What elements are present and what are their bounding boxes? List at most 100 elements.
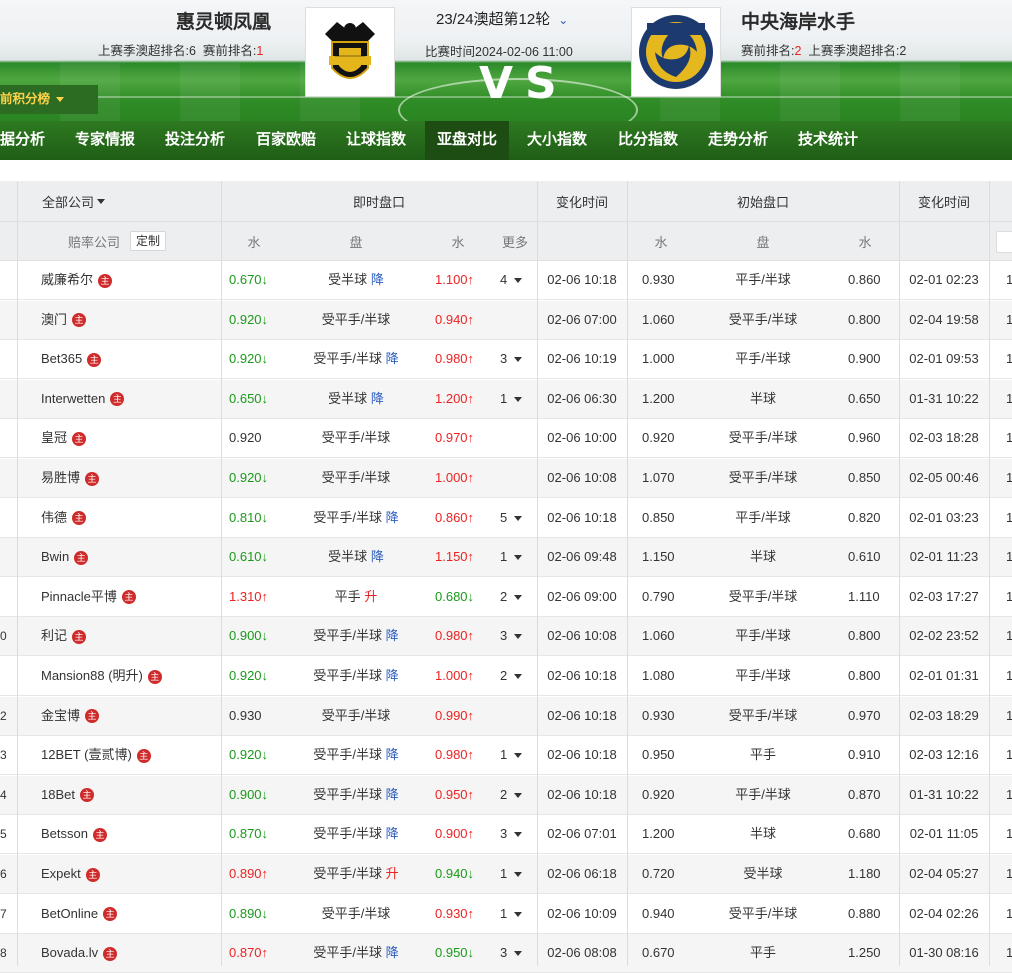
- live-away-water[interactable]: 0.940↑: [435, 301, 474, 339]
- live-away-water[interactable]: 0.860↑: [435, 499, 474, 537]
- live-away-water[interactable]: 0.680↓: [435, 578, 474, 616]
- live-home-water[interactable]: 0.810↓: [229, 499, 268, 537]
- live-handicap[interactable]: 受平手/半球 降: [296, 617, 416, 655]
- customize-button[interactable]: 定制: [130, 231, 167, 251]
- company-cell[interactable]: Bet365 主: [41, 340, 102, 378]
- round-selector[interactable]: 23/24澳超第12轮 ⌄: [436, 8, 568, 29]
- live-away-water[interactable]: 0.950↓: [435, 934, 474, 972]
- more-dropdown[interactable]: 1: [500, 380, 523, 418]
- company-cell[interactable]: Bovada.lv 主: [41, 934, 118, 972]
- tab-euro-odds[interactable]: 百家欧赔: [245, 121, 327, 160]
- company-cell[interactable]: Expekt 主: [41, 855, 100, 893]
- live-home-water[interactable]: 0.920↓: [229, 340, 268, 378]
- live-away-water[interactable]: 0.980↑: [435, 617, 474, 655]
- live-home-water[interactable]: 0.900↓: [229, 617, 268, 655]
- live-home-water[interactable]: 0.920↓: [229, 657, 268, 695]
- standings-dropdown[interactable]: 前积分榜: [0, 85, 98, 114]
- company-cell[interactable]: Pinnacle平博主: [41, 578, 136, 616]
- more-dropdown[interactable]: 3: [500, 934, 523, 972]
- company-cell[interactable]: 皇冠主: [41, 419, 87, 457]
- tab-trend-analysis[interactable]: 走势分析: [697, 121, 779, 160]
- live-handicap[interactable]: 受平手/半球 降: [296, 499, 416, 537]
- live-home-water[interactable]: 0.930: [229, 697, 262, 735]
- live-handicap[interactable]: 受平手/半球 降: [296, 776, 416, 814]
- company-cell[interactable]: 伟德主: [41, 499, 87, 537]
- company-cell[interactable]: 威廉希尔主: [41, 261, 113, 299]
- tab-data-analysis[interactable]: 据分析: [0, 121, 53, 160]
- live-home-water[interactable]: 0.670↓: [229, 261, 268, 299]
- live-away-water[interactable]: 1.200↑: [435, 380, 474, 418]
- more-dropdown[interactable]: 3: [500, 815, 523, 853]
- tab-betting-analysis[interactable]: 投注分析: [154, 121, 236, 160]
- live-handicap[interactable]: 受平手/半球 降: [296, 934, 416, 972]
- live-handicap[interactable]: 受平手/半球 降: [296, 657, 416, 695]
- live-home-water[interactable]: 0.870↑: [229, 934, 268, 972]
- more-dropdown[interactable]: 5: [500, 499, 523, 537]
- more-dropdown[interactable]: 2: [500, 776, 523, 814]
- company-cell[interactable]: 易胜博主: [41, 459, 100, 497]
- company-cell[interactable]: Bwin 主: [41, 538, 89, 576]
- live-away-water[interactable]: 1.000↑: [435, 657, 474, 695]
- more-dropdown[interactable]: 2: [500, 657, 523, 695]
- live-home-water[interactable]: 0.920↓: [229, 459, 268, 497]
- live-home-water[interactable]: 0.920↓: [229, 736, 268, 774]
- live-home-water[interactable]: 0.920↓: [229, 301, 268, 339]
- live-away-water[interactable]: 0.990↑: [435, 697, 474, 735]
- away-team-logo[interactable]: [631, 7, 721, 97]
- live-home-water[interactable]: 0.900↓: [229, 776, 268, 814]
- more-dropdown[interactable]: 1: [500, 895, 523, 933]
- live-handicap[interactable]: 受半球 降: [296, 380, 416, 418]
- live-away-water[interactable]: 0.980↑: [435, 736, 474, 774]
- live-handicap[interactable]: 平手 升: [296, 578, 416, 616]
- live-handicap[interactable]: 受平手/半球: [296, 301, 416, 339]
- live-handicap[interactable]: 受半球 降: [296, 538, 416, 576]
- more-dropdown[interactable]: 1: [500, 538, 523, 576]
- live-away-water[interactable]: 0.900↑: [435, 815, 474, 853]
- tab-tech-stats[interactable]: 技术统计: [787, 121, 869, 160]
- live-away-water[interactable]: 0.940↓: [435, 855, 474, 893]
- live-handicap[interactable]: 受平手/半球: [296, 895, 416, 933]
- live-away-water[interactable]: 0.980↑: [435, 340, 474, 378]
- company-cell[interactable]: 12BET (壹贰博) 主: [41, 736, 151, 774]
- live-away-water[interactable]: 0.970↑: [435, 419, 474, 457]
- live-handicap[interactable]: 受平手/半球: [296, 697, 416, 735]
- company-cell[interactable]: BetOnline 主: [41, 895, 118, 933]
- edge-button[interactable]: [996, 231, 1012, 253]
- live-away-water[interactable]: 1.150↑: [435, 538, 474, 576]
- company-cell[interactable]: Mansion88 (明升) 主: [41, 657, 162, 695]
- live-away-water[interactable]: 0.930↑: [435, 895, 474, 933]
- more-dropdown[interactable]: 2: [500, 578, 523, 616]
- live-home-water[interactable]: 0.920: [229, 419, 262, 457]
- live-handicap[interactable]: 受平手/半球: [296, 459, 416, 497]
- company-cell[interactable]: 澳门主: [41, 301, 87, 339]
- company-cell[interactable]: 金宝博主: [41, 697, 100, 735]
- away-team-name[interactable]: 中央海岸水手: [741, 7, 855, 34]
- live-home-water[interactable]: 0.870↓: [229, 815, 268, 853]
- live-handicap[interactable]: 受平手/半球 降: [296, 815, 416, 853]
- live-away-water[interactable]: 1.100↑: [435, 261, 474, 299]
- live-home-water[interactable]: 0.650↓: [229, 380, 268, 418]
- live-handicap[interactable]: 受半球 降: [296, 261, 416, 299]
- more-dropdown[interactable]: 3: [500, 340, 523, 378]
- live-handicap[interactable]: 受平手/半球 降: [296, 340, 416, 378]
- live-home-water[interactable]: 0.890↑: [229, 855, 268, 893]
- home-team-logo[interactable]: [305, 7, 395, 97]
- more-dropdown[interactable]: 4: [500, 261, 523, 299]
- live-handicap[interactable]: 受平手/半球: [296, 419, 416, 457]
- company-cell[interactable]: 利记主: [41, 617, 87, 655]
- live-home-water[interactable]: 0.610↓: [229, 538, 268, 576]
- live-handicap[interactable]: 受平手/半球 降: [296, 736, 416, 774]
- tab-handicap-index[interactable]: 让球指数: [335, 121, 417, 160]
- tab-expert-info[interactable]: 专家情报: [64, 121, 146, 160]
- tab-correct-score[interactable]: 比分指数: [607, 121, 689, 160]
- live-home-water[interactable]: 1.310↑: [229, 578, 268, 616]
- live-handicap[interactable]: 受平手/半球 升: [296, 855, 416, 893]
- company-cell[interactable]: Interwetten 主: [41, 380, 125, 418]
- live-away-water[interactable]: 1.000↑: [435, 459, 474, 497]
- more-dropdown[interactable]: 3: [500, 617, 523, 655]
- home-team-name[interactable]: 惠灵顿凤凰: [176, 7, 271, 34]
- more-dropdown[interactable]: 1: [500, 736, 523, 774]
- all-companies-filter[interactable]: 全部公司: [42, 181, 106, 221]
- live-away-water[interactable]: 0.950↑: [435, 776, 474, 814]
- live-home-water[interactable]: 0.890↓: [229, 895, 268, 933]
